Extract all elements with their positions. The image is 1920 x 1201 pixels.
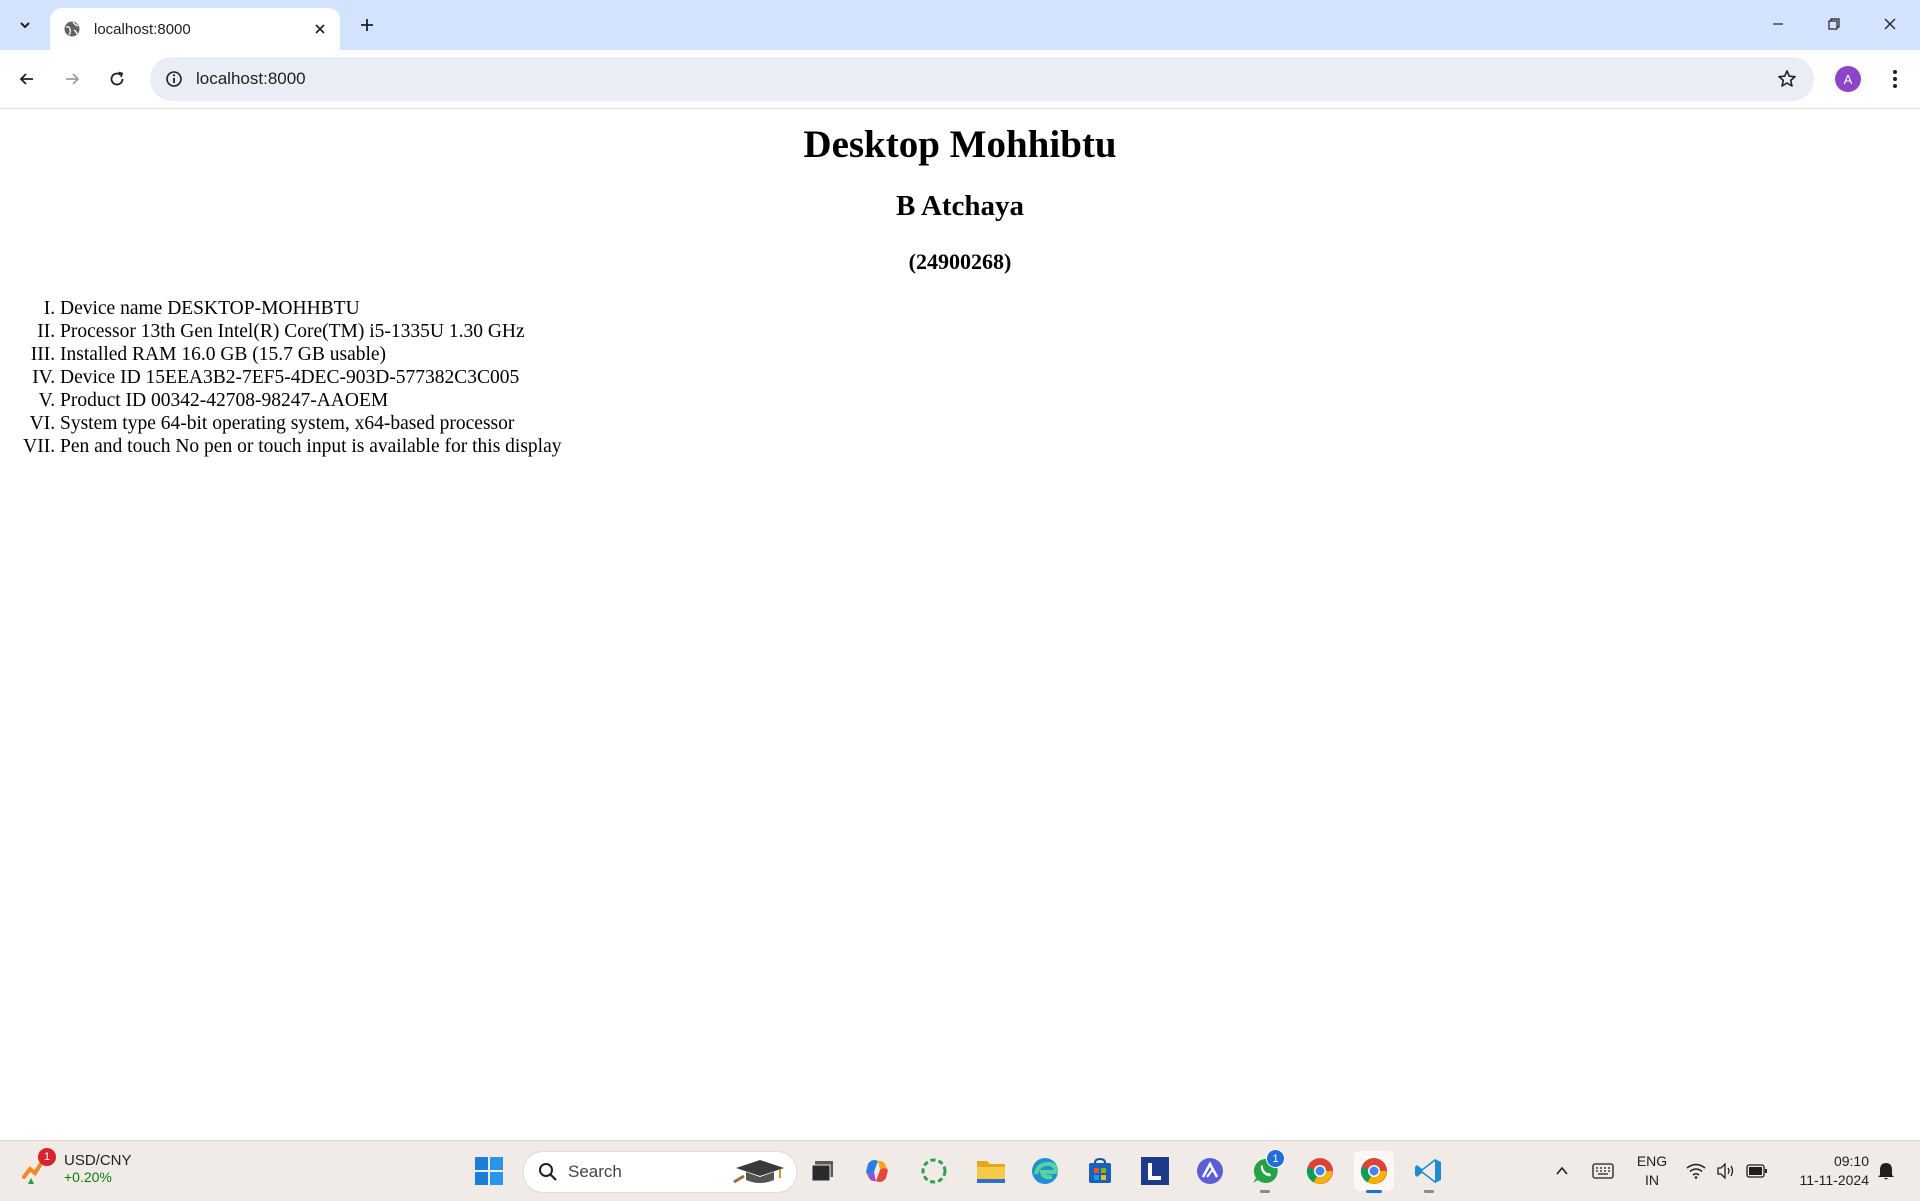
language-indicator[interactable]: ENG IN: [1634, 1152, 1670, 1190]
l-app-icon[interactable]: [1135, 1151, 1175, 1191]
file-explorer-dark-icon[interactable]: [802, 1151, 842, 1191]
new-tab-button[interactable]: [350, 8, 384, 42]
whatsapp-badge: 1: [1266, 1149, 1285, 1168]
notification-bell-icon[interactable]: [1864, 1151, 1908, 1191]
author-name: B Atchaya: [895, 189, 1025, 222]
minimize-icon: [1773, 23, 1783, 25]
spec-item-product-id: Product ID 00342-42708-98247-AAOEM: [60, 389, 1920, 412]
url-text[interactable]: localhost:8000: [196, 69, 306, 89]
spec-list: Device name DESKTOP-MOHHBTU Processor 13…: [0, 297, 1920, 458]
graduation-cap-icon: [733, 1160, 784, 1184]
running-indicator: [1260, 1190, 1270, 1193]
chevron-down-icon: [20, 22, 30, 29]
reload-button[interactable]: [99, 61, 135, 97]
battery-icon[interactable]: [1737, 1151, 1777, 1191]
refresh-app-icon[interactable]: [914, 1151, 954, 1191]
widget-value: +0.20%: [64, 1168, 112, 1185]
clock[interactable]: 09:10 11-11-2024: [1783, 1152, 1869, 1190]
vscode-icon[interactable]: [1409, 1151, 1449, 1193]
copilot-icon[interactable]: [857, 1151, 897, 1191]
widget-badge: 1: [38, 1148, 56, 1166]
folder-icon[interactable]: [971, 1151, 1011, 1191]
widget-title: USD/CNY: [64, 1151, 132, 1169]
site-info-icon[interactable]: [152, 70, 196, 88]
page-content: Desktop Mohhibtu B Atchaya (24900268) De…: [0, 109, 1920, 1140]
spec-item-pen-touch: Pen and touch No pen or touch input is a…: [60, 435, 1920, 458]
arrow-right-icon: [66, 73, 80, 85]
spec-item-device-name: Device name DESKTOP-MOHHBTU: [60, 297, 1920, 320]
triangle-app-icon[interactable]: [1190, 1151, 1230, 1191]
plus-icon: [361, 19, 373, 31]
kebab-menu-icon: [1893, 70, 1897, 88]
taskbar: 1 USD/CNY +0.20% Search 1 ENG IN 09:10 1…: [0, 1140, 1920, 1201]
clock-date: 11-11-2024: [1799, 1172, 1869, 1188]
close-window-button[interactable]: [1862, 0, 1918, 48]
reload-icon: [110, 71, 124, 86]
restore-button[interactable]: [1806, 0, 1862, 48]
tab-strip: localhost:8000: [0, 0, 1920, 50]
language-code: ENG: [1636, 1153, 1668, 1169]
running-indicator: [1424, 1190, 1434, 1193]
globe-icon: [62, 19, 82, 39]
arrow-left-icon: [19, 73, 33, 85]
spec-item-device-id: Device ID 15EEA3B2-7EF5-4DEC-903D-577382…: [60, 366, 1920, 389]
minimize-button[interactable]: [1750, 0, 1806, 48]
keyboard-icon[interactable]: [1583, 1151, 1623, 1191]
chrome-active-icon[interactable]: [1354, 1151, 1394, 1193]
search-placeholder: Search: [568, 1162, 622, 1181]
tab-active[interactable]: localhost:8000: [50, 8, 340, 50]
address-bar[interactable]: localhost:8000: [150, 57, 1814, 101]
page-title: Desktop Mohhibtu: [803, 123, 1117, 166]
tab-search-button[interactable]: [8, 8, 42, 42]
chrome-icon[interactable]: [1300, 1151, 1340, 1191]
search-icon: [539, 1163, 557, 1181]
profile-avatar[interactable]: A: [1835, 66, 1861, 92]
whatsapp-icon[interactable]: 1: [1245, 1149, 1285, 1193]
tab-title: localhost:8000: [94, 20, 191, 38]
browser-toolbar: localhost:8000 A: [0, 50, 1920, 109]
browser-menu-button[interactable]: [1877, 61, 1913, 97]
close-icon: [1884, 18, 1896, 30]
spec-item-system-type: System type 64-bit operating system, x64…: [60, 412, 1920, 435]
forward-button[interactable]: [54, 61, 90, 97]
region-code: IN: [1645, 1172, 1659, 1188]
taskbar-search[interactable]: Search: [523, 1151, 797, 1193]
restore-icon: [1828, 18, 1840, 30]
spec-item-ram: Installed RAM 16.0 GB (15.7 GB usable): [60, 343, 1920, 366]
store-icon[interactable]: [1080, 1151, 1120, 1191]
back-button[interactable]: [9, 61, 45, 97]
spec-item-processor: Processor 13th Gen Intel(R) Core(TM) i5-…: [60, 320, 1920, 343]
clock-time: 09:10: [1833, 1153, 1869, 1169]
chevron-up-icon[interactable]: [1542, 1151, 1582, 1191]
star-icon[interactable]: [1774, 66, 1800, 92]
close-tab-icon[interactable]: [306, 15, 334, 43]
windows-start-icon[interactable]: [469, 1151, 509, 1191]
edge-icon[interactable]: [1025, 1151, 1065, 1191]
student-id: (24900268): [908, 248, 1012, 274]
active-indicator: [1366, 1190, 1382, 1193]
widgets-button[interactable]: 1 USD/CNY +0.20%: [22, 1148, 132, 1185]
